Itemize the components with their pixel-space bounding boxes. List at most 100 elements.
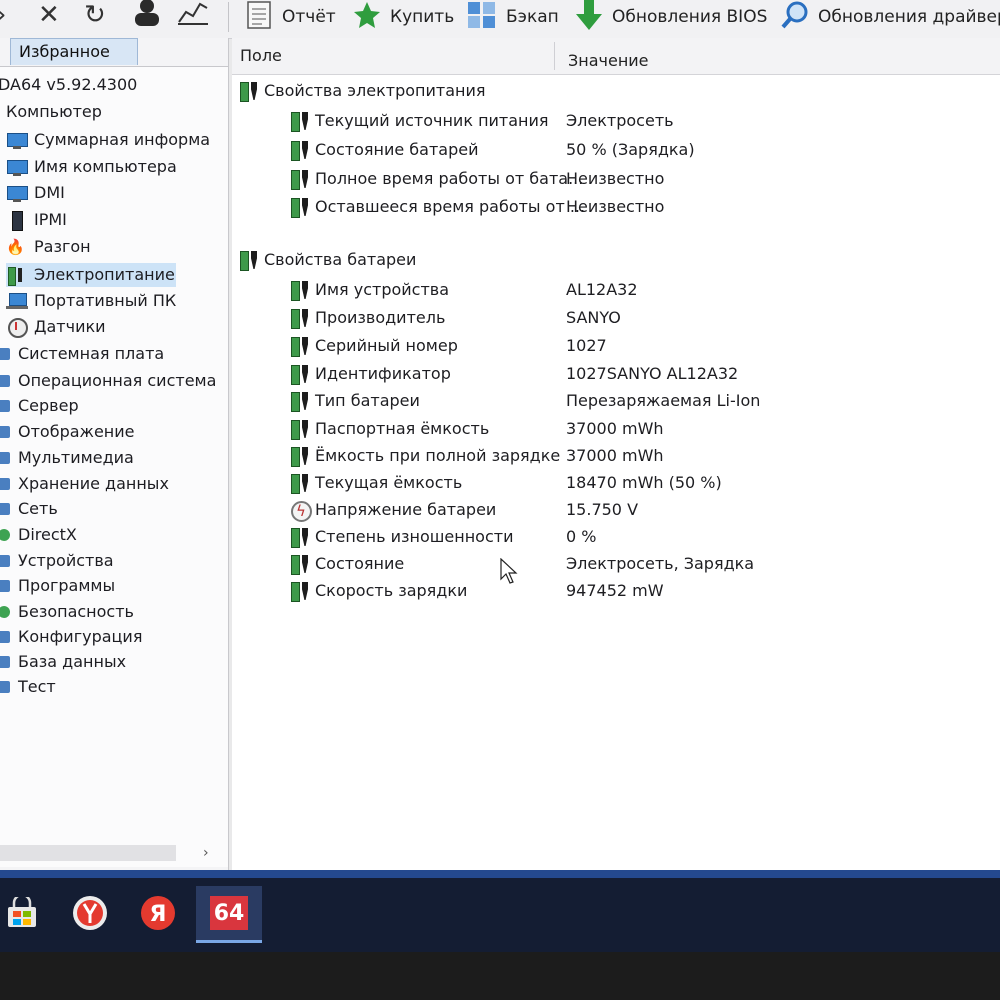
app-version-node[interactable]: DA64 v5.92.4300 [0, 73, 137, 97]
tree-item-power[interactable]: Электропитание [6, 263, 176, 287]
store-icon [5, 893, 39, 933]
tree-item-security[interactable]: Безопасность [0, 600, 134, 624]
tab-favorites[interactable]: Избранное [10, 38, 138, 65]
user-icon[interactable] [130, 0, 164, 28]
table-row[interactable]: Паспортная ёмкость 37000 mWh [232, 416, 1000, 442]
tree-item-storage[interactable]: Хранение данных [0, 472, 169, 496]
table-row[interactable]: Текущая ёмкость 18470 mWh (50 %) [232, 470, 1000, 496]
tree-item-test[interactable]: Тест [0, 675, 56, 699]
scroll-right-icon[interactable]: › [203, 845, 209, 861]
field-value: Электросеть [566, 111, 674, 130]
store-button[interactable] [0, 892, 48, 938]
tree-item-label: Разгон [34, 237, 91, 256]
tree-item-database[interactable]: База данных [0, 650, 126, 674]
horizontal-scrollbar[interactable] [0, 845, 176, 861]
report-button[interactable]: Отчёт [246, 0, 336, 34]
bios-updates-button[interactable]: Обновления BIOS [574, 0, 767, 34]
field-value: 50 % (Зарядка) [566, 140, 695, 159]
yandex-button[interactable]: Я [132, 892, 184, 938]
tree-item-directx[interactable]: DirectX [0, 523, 77, 547]
buy-label: Купить [390, 7, 455, 27]
table-row[interactable]: Состояние Электросеть, Зарядка [232, 551, 1000, 577]
aida64-taskbar-button[interactable]: 64 [196, 886, 262, 943]
tree-item-portable[interactable]: Портативный ПК [6, 289, 176, 313]
tree-item-label: Суммарная информа [34, 130, 211, 149]
tree-item-network[interactable]: Сеть [0, 497, 58, 521]
buy-button[interactable]: Купить [352, 0, 454, 34]
field-value: AL12A32 [566, 280, 638, 299]
tree-item-devices[interactable]: Устройства [0, 549, 114, 573]
tree-item-display[interactable]: Отображение [0, 420, 135, 444]
field-value: 947452 mW [566, 581, 664, 600]
table-row[interactable]: Полное время работы от бата... Неизвестн… [232, 166, 1000, 192]
field-value: Перезаряжаемая Li-Ion [566, 391, 761, 410]
battery-icon [289, 446, 315, 467]
yandex-browser-button[interactable] [64, 892, 116, 938]
table-row[interactable]: Производитель SANYO [232, 305, 1000, 331]
tree-item-motherboard[interactable]: Системная плата [0, 342, 164, 366]
table-row[interactable]: Напряжение батареи 15.750 V [232, 497, 1000, 524]
tree-item-label: Сеть [18, 499, 58, 518]
tree-item-server[interactable]: Сервер [0, 394, 79, 418]
section-battery-properties[interactable]: Свойства батареи [232, 247, 1000, 273]
tree-item-multimedia[interactable]: Мультимедиа [0, 446, 134, 470]
field-value: 37000 mWh [566, 419, 664, 438]
tree-item-summary[interactable]: Суммарная информа [6, 128, 210, 152]
column-divider[interactable] [554, 42, 555, 70]
tree-item-label: Сервер [18, 396, 79, 415]
driver-updates-button[interactable]: Обновления драйверо [780, 0, 1000, 34]
table-row[interactable]: Степень изношенности 0 % [232, 524, 1000, 550]
tree-item-dmi[interactable]: DMI [6, 181, 65, 205]
table-row[interactable]: Текущий источник питания Электросеть [232, 108, 1000, 134]
chart-icon[interactable] [176, 0, 210, 28]
table-row[interactable]: Состояние батарей 50 % (Зарядка) [232, 137, 1000, 163]
tree-item-computer[interactable]: Компьютер [6, 100, 102, 124]
battery-icon [289, 391, 315, 412]
field-value: 15.750 V [566, 500, 639, 519]
battery-icon [289, 336, 315, 357]
search-icon [780, 0, 810, 35]
section-title: Свойства электропитания [264, 81, 486, 100]
section-power-properties[interactable]: Свойства электропитания [232, 78, 1000, 104]
table-row[interactable]: Серийный номер 1027 [232, 333, 1000, 359]
table-row[interactable]: Ёмкость при полной зарядке 37000 mWh [232, 443, 1000, 469]
refresh-icon[interactable]: ↻ [84, 0, 106, 30]
table-row[interactable]: Идентификатор 1027SANYO AL12A32 [232, 361, 1000, 387]
programs-icon [0, 577, 12, 595]
table-row[interactable]: Тип батареи Перезаряжаемая Li-Ion [232, 388, 1000, 414]
battery-icon [289, 581, 315, 602]
field-label: Состояние батарей [315, 140, 479, 159]
tree-item-programs[interactable]: Программы [0, 574, 115, 598]
battery-icon [238, 250, 264, 271]
tree-item-label: Портативный ПК [34, 291, 177, 310]
tree-item-configuration[interactable]: Конфигурация [0, 625, 142, 649]
close-icon[interactable]: ✕ [38, 0, 60, 30]
mouse-cursor-icon [500, 558, 518, 584]
tree-item-os[interactable]: Операционная система [0, 369, 216, 393]
monitor-icon [6, 184, 28, 202]
display-icon [0, 423, 12, 441]
table-row[interactable]: Оставшееся время работы от ... Неизвестн… [232, 194, 1000, 220]
field-label: Скорость зарядки [315, 581, 468, 600]
field-label: Паспортная ёмкость [315, 419, 490, 438]
table-row[interactable]: Скорость зарядки 947452 mW [232, 578, 1000, 604]
navigation-tree: DA64 v5.92.4300 Компьютер Суммарная инфо… [0, 66, 228, 867]
navigation-panel: Избранное DA64 v5.92.4300 Компьютер Сумм… [0, 38, 229, 870]
tree-item-ipmi[interactable]: IPMI [6, 208, 67, 232]
tree-item-computer-name[interactable]: Имя компьютера [6, 155, 177, 179]
bios-updates-label: Обновления BIOS [612, 7, 768, 27]
column-field-header[interactable]: Поле [240, 38, 282, 74]
battery-icon [289, 527, 315, 548]
forward-icon[interactable]: › [0, 0, 6, 30]
os-icon [0, 372, 12, 390]
tree-item-overclock[interactable]: Разгон [6, 235, 91, 259]
svg-text:Я: Я [150, 902, 167, 927]
field-label: Напряжение батареи [315, 500, 497, 519]
details-panel: Поле Значение Свойства электропитания Те… [232, 38, 1000, 870]
table-row[interactable]: Имя устройства AL12A32 [232, 277, 1000, 303]
tree-item-label: Операционная система [18, 371, 217, 390]
column-value-header[interactable]: Значение [568, 43, 649, 79]
tree-item-label: DirectX [18, 525, 77, 544]
tree-item-sensors[interactable]: Датчики [6, 315, 106, 339]
backup-button[interactable]: Бэкап [466, 0, 559, 34]
